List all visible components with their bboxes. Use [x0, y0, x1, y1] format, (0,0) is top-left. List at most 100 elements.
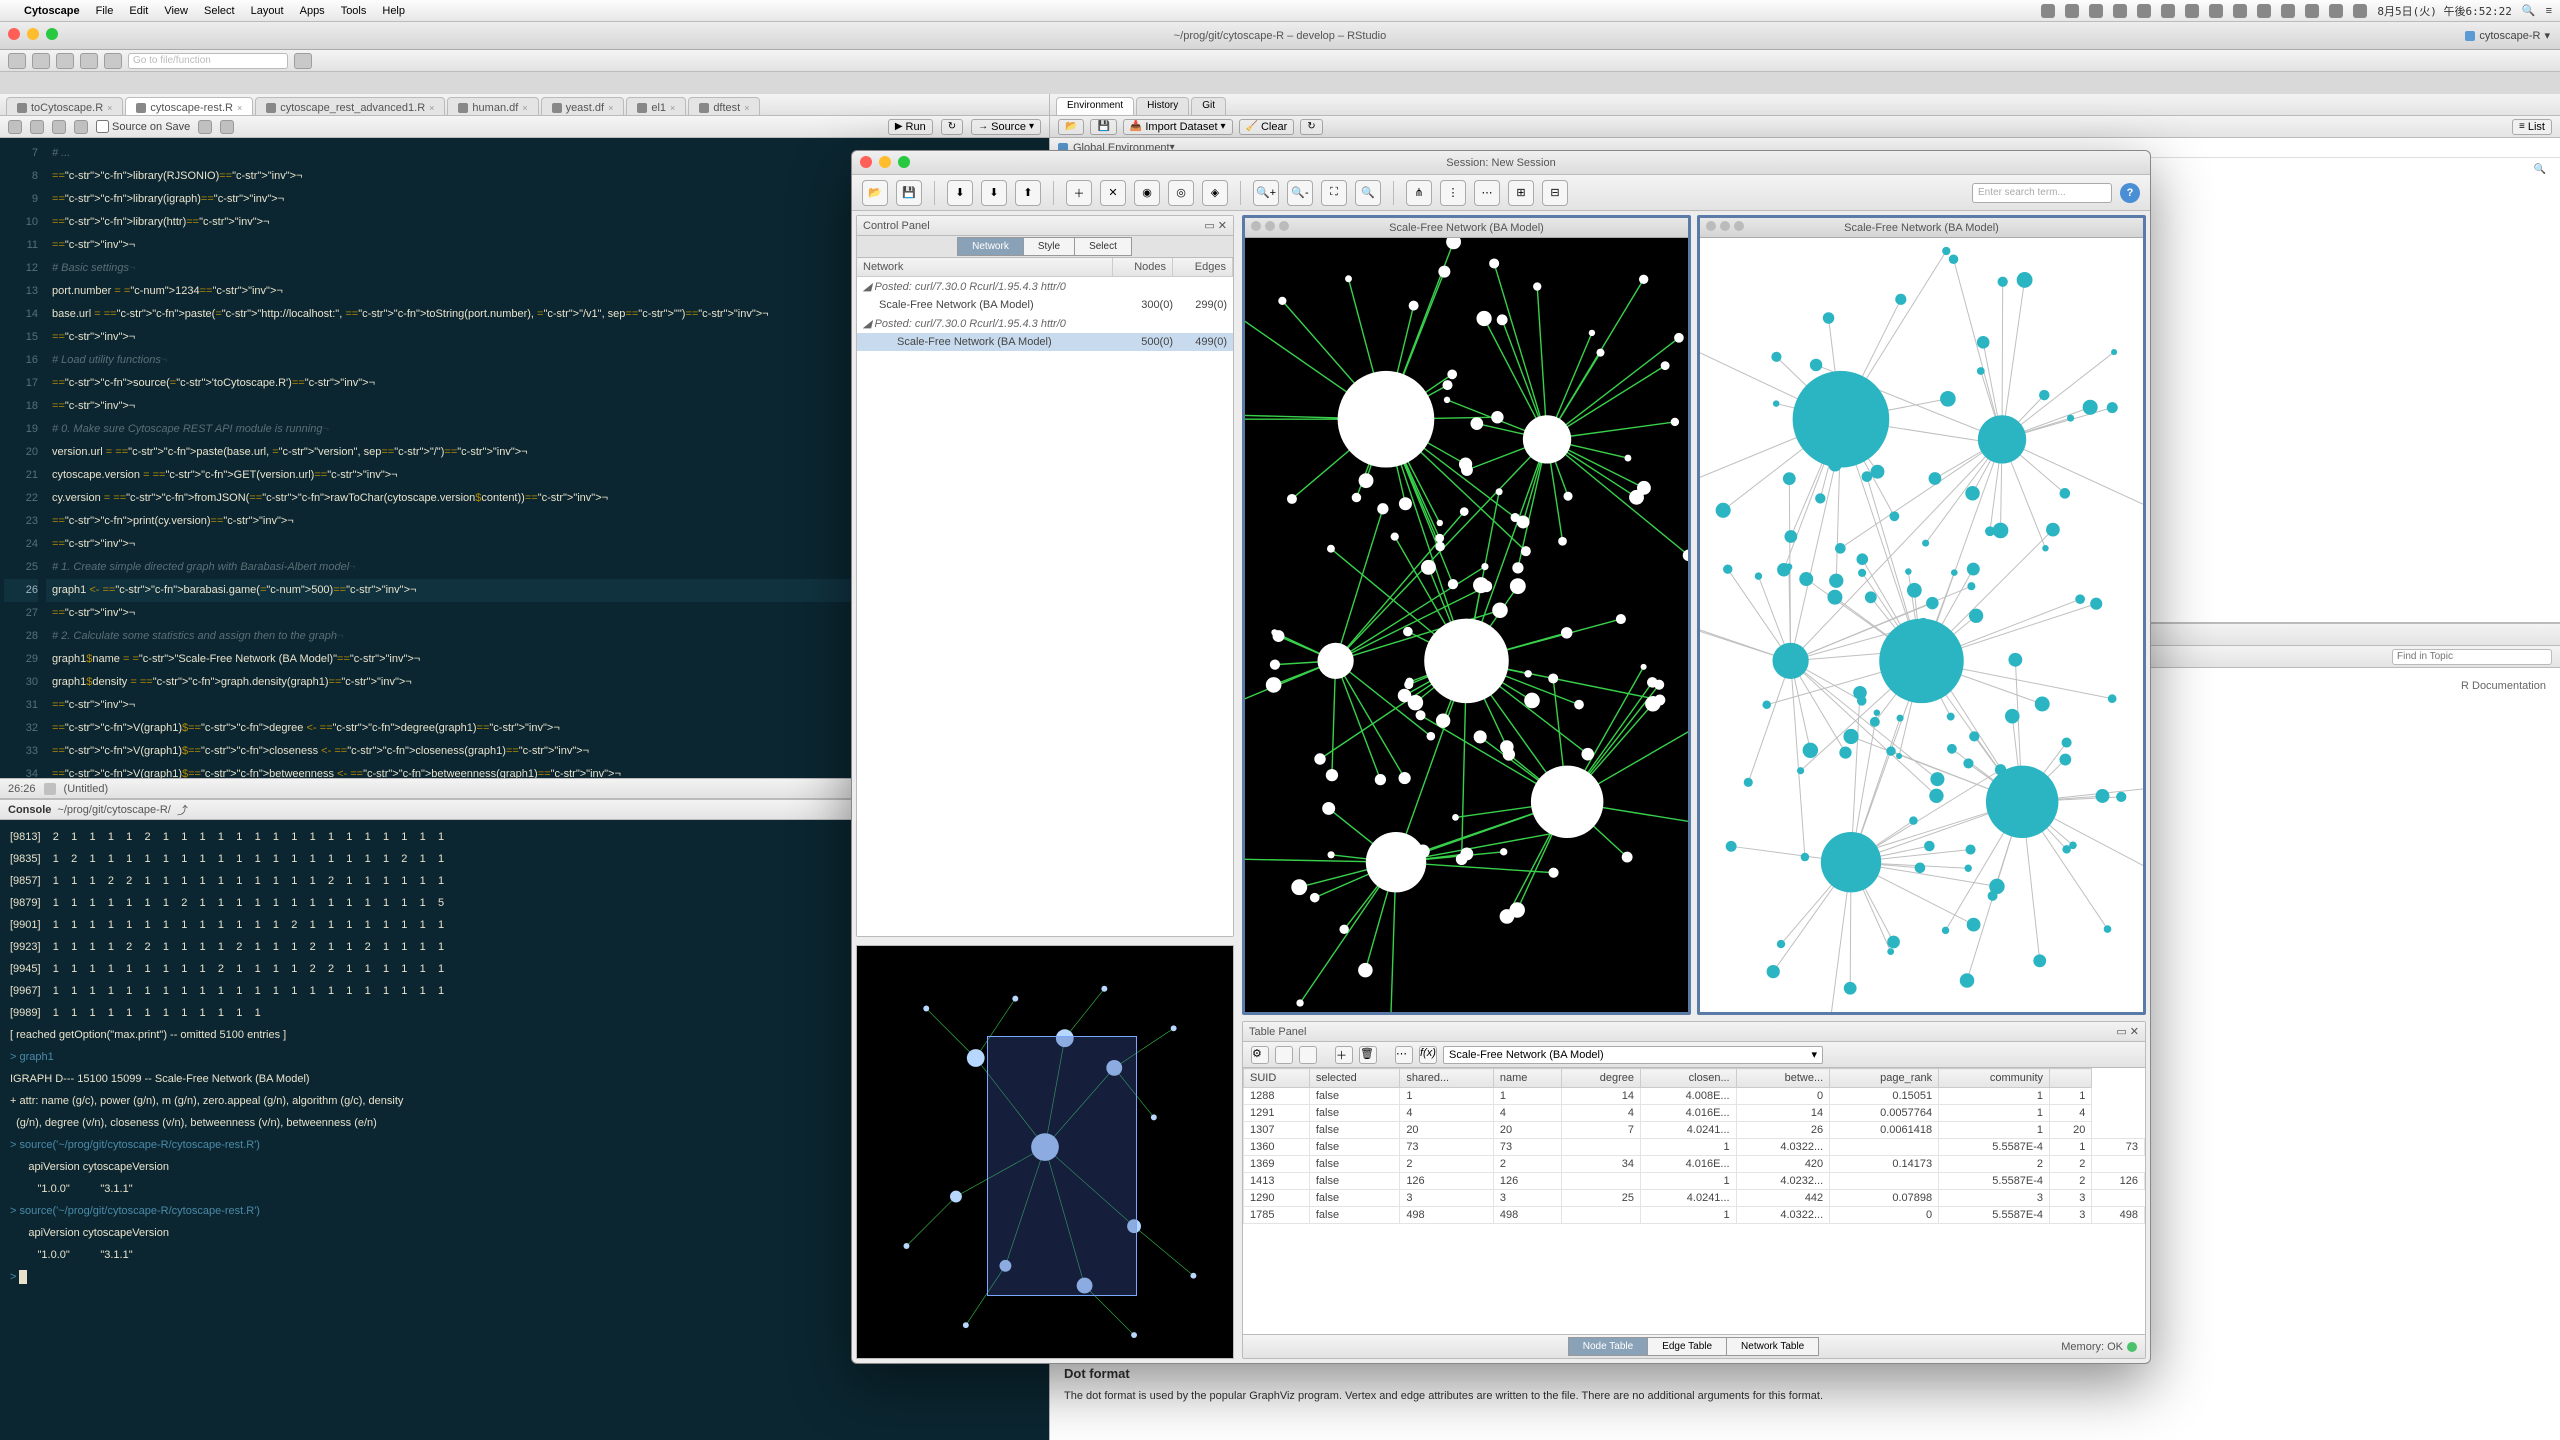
view-titlebar[interactable]: Scale-Free Network (BA Model) [1700, 218, 2143, 238]
rerun-icon[interactable]: ↻ [941, 119, 963, 135]
menu-file[interactable]: File [96, 5, 114, 17]
tray-icon[interactable] [2089, 4, 2103, 18]
new-project-icon[interactable] [32, 53, 50, 69]
table-header[interactable]: betwe... [1736, 1069, 1830, 1088]
tab-git[interactable]: Git [1191, 97, 1226, 115]
network-overview[interactable] [856, 945, 1234, 1359]
table-header[interactable]: SUID [1244, 1069, 1310, 1088]
menu-edit[interactable]: Edit [129, 5, 148, 17]
close-panel-icon[interactable]: ✕ [2130, 1026, 2139, 1038]
doc-title[interactable]: (Untitled) [64, 783, 109, 795]
tray-icon[interactable] [2065, 4, 2079, 18]
network-view-light[interactable]: Scale-Free Network (BA Model) [1697, 215, 2146, 1015]
tray-icon[interactable] [2281, 4, 2295, 18]
refresh-icon[interactable]: ↻ [1300, 119, 1322, 135]
menu-select[interactable]: Select [204, 5, 235, 17]
tray-icon[interactable] [2329, 4, 2343, 18]
tray-icon[interactable] [2353, 4, 2367, 18]
import-table-icon[interactable]: ⬇ [981, 180, 1007, 206]
float-icon[interactable]: ▭ [1204, 220, 1214, 232]
table-row[interactable]: 1290false33254.0241...4420.0789833 [1244, 1190, 2145, 1207]
view-titlebar[interactable]: Scale-Free Network (BA Model) [1245, 218, 1688, 238]
destroy-network-icon[interactable]: ✕ [1100, 180, 1126, 206]
help-find-input[interactable] [2392, 649, 2552, 665]
back-icon[interactable] [8, 120, 22, 134]
tab-node-table[interactable]: Node Table [1568, 1337, 1648, 1356]
close-tab-icon[interactable]: × [429, 103, 434, 113]
tab-network-table[interactable]: Network Table [1726, 1337, 1819, 1356]
open-file-icon[interactable] [56, 53, 74, 69]
tray-icon[interactable] [2137, 4, 2151, 18]
menubar-clock[interactable]: 8月5日(火) 午後6:52:22 [2377, 3, 2511, 19]
new-network-icon[interactable]: ＋ [1066, 180, 1092, 206]
table-row[interactable]: 1291false4444.016E...140.005776414 [1244, 1105, 2145, 1122]
source-tab[interactable]: dftest × [688, 97, 760, 115]
menu-layout[interactable]: Layout [251, 5, 284, 17]
network-list[interactable]: Network Nodes Edges ◢ Posted: curl/7.30.… [857, 258, 1233, 936]
source-tab[interactable]: el1 × [626, 97, 686, 115]
close-tab-icon[interactable]: × [237, 103, 242, 113]
save-all-icon[interactable] [80, 53, 98, 69]
apply-layout-icon[interactable]: ⋔ [1406, 180, 1432, 206]
network-item[interactable]: Scale-Free Network (BA Model)500(0)499(0… [857, 333, 1233, 351]
cp-tab-network[interactable]: Network [957, 237, 1024, 256]
zoom-selected-icon[interactable]: 🔍 [1355, 180, 1381, 206]
network-item[interactable]: ◢ Posted: curl/7.30.0 Rcurl/1.95.4.3 htt… [857, 314, 1233, 333]
project-menu[interactable]: cytoscape-R ▾ [2465, 29, 2550, 42]
cp-tab-select[interactable]: Select [1074, 237, 1132, 256]
settings-icon[interactable]: ⚙ [1251, 1046, 1269, 1064]
close-tab-icon[interactable]: × [107, 103, 112, 113]
layout-tool-icon[interactable]: ⋯ [1474, 180, 1500, 206]
close-icon[interactable] [8, 28, 20, 40]
layout-tool-icon[interactable]: ⋮ [1440, 180, 1466, 206]
zoom-out-icon[interactable]: 🔍- [1287, 180, 1313, 206]
spotlight-icon[interactable]: 🔍 [2522, 4, 2536, 17]
menu-tools[interactable]: Tools [341, 5, 367, 17]
col-edges[interactable]: Edges [1173, 258, 1233, 276]
help-icon[interactable]: ? [2120, 183, 2140, 203]
function-icon[interactable]: ⋯ [1395, 1046, 1413, 1064]
chunk-nav-icon[interactable] [44, 783, 56, 795]
close-tab-icon[interactable]: × [608, 103, 613, 113]
tab-environment[interactable]: Environment [1056, 97, 1134, 115]
save-session-icon[interactable]: 💾 [896, 180, 922, 206]
network-svg-light[interactable] [1700, 238, 2143, 1015]
table-row[interactable]: 1307false202074.0241...260.0061418120 [1244, 1122, 2145, 1139]
source-on-save-checkbox[interactable]: Source on Save [96, 120, 190, 133]
cp-tab-style[interactable]: Style [1023, 237, 1075, 256]
network-view-dark[interactable]: Scale-Free Network (BA Model) [1242, 215, 1691, 1015]
columns-icon[interactable] [1275, 1046, 1293, 1064]
tab-history[interactable]: History [1136, 97, 1189, 115]
close-icon[interactable] [860, 156, 872, 168]
minimize-icon[interactable] [27, 28, 39, 40]
go-to-function-input[interactable]: Go to file/function [128, 53, 288, 69]
close-panel-icon[interactable]: ✕ [1218, 220, 1227, 232]
app-menu[interactable]: Cytoscape [24, 5, 80, 17]
hide-selected-icon[interactable]: ◎ [1168, 180, 1194, 206]
table-header[interactable]: degree [1561, 1069, 1640, 1088]
fx-icon[interactable]: f(x) [1419, 1046, 1437, 1064]
source-button[interactable]: → Source ▾ [971, 119, 1041, 135]
table-row[interactable]: 1413false12612614.0232...5.5587E-42126 [1244, 1173, 2145, 1190]
find-icon[interactable] [198, 120, 212, 134]
source-tab[interactable]: yeast.df × [541, 97, 625, 115]
col-network[interactable]: Network [857, 258, 1113, 276]
network-item[interactable]: Scale-Free Network (BA Model)300(0)299(0… [857, 296, 1233, 314]
zoom-fit-icon[interactable]: ⛶ [1321, 180, 1347, 206]
col-nodes[interactable]: Nodes [1113, 258, 1173, 276]
table-header[interactable]: community [1939, 1069, 2050, 1088]
layout-tool-icon[interactable]: ⊞ [1508, 180, 1534, 206]
tray-icon[interactable] [2305, 4, 2319, 18]
table-row[interactable]: 1288false11144.008E...00.1505111 [1244, 1088, 2145, 1105]
tray-icon[interactable] [2257, 4, 2271, 18]
env-search[interactable]: 🔍 [2534, 164, 2546, 175]
close-tab-icon[interactable]: × [744, 103, 749, 113]
forward-icon[interactable] [30, 120, 44, 134]
run-button[interactable]: ▶ Run [888, 119, 933, 135]
list-view-button[interactable]: ≡ List [2512, 119, 2552, 135]
source-tab[interactable]: cytoscape_rest_advanced1.R × [255, 97, 445, 115]
overview-viewport[interactable] [987, 1036, 1137, 1296]
network-svg-dark[interactable] [1245, 238, 1688, 1015]
load-workspace-icon[interactable]: 📂 [1058, 119, 1084, 135]
tray-icon[interactable] [2185, 4, 2199, 18]
